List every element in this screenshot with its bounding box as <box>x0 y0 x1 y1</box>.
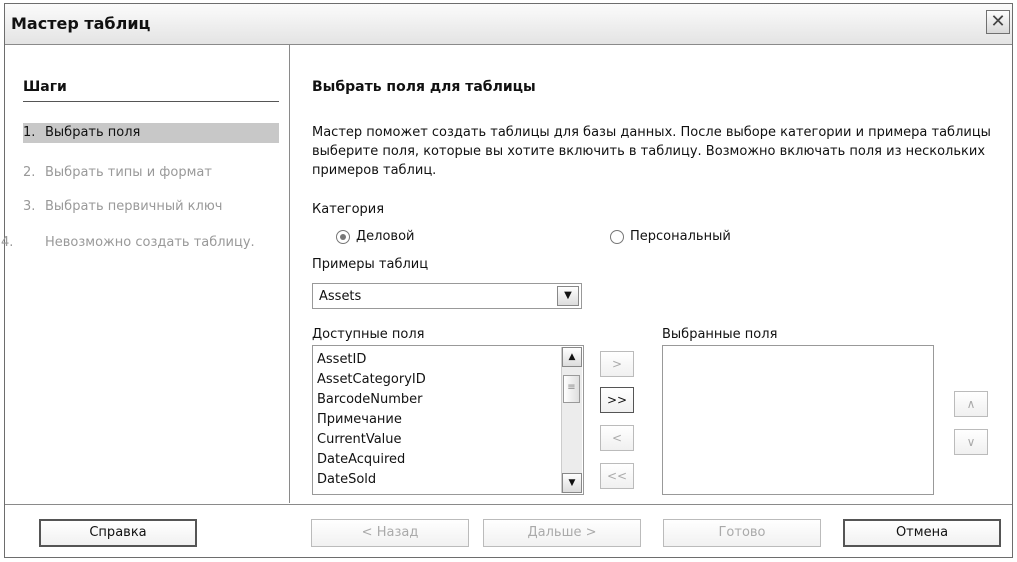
chevron-down-icon[interactable]: ▼ <box>557 286 579 306</box>
category-label: Категория <box>312 202 385 217</box>
step-label: Выбрать типы и формат <box>45 165 212 180</box>
finish-button[interactable]: Готово <box>663 519 821 547</box>
help-button[interactable]: Справка <box>39 519 197 547</box>
sample-tables-label: Примеры таблиц <box>312 257 429 272</box>
list-item[interactable]: DateAcquired <box>317 450 426 470</box>
step-number: 2. <box>23 165 36 180</box>
step-4[interactable]: 4. Невозможно создать таблицу. <box>1 233 255 253</box>
selected-fields-label: Выбранные поля <box>662 327 778 342</box>
page-title: Выбрать поля для таблицы <box>312 79 536 95</box>
description-text: Мастер поможет создать таблицы для базы … <box>312 125 991 178</box>
list-item[interactable]: Примечание <box>317 410 426 430</box>
step-2[interactable]: 2. Выбрать типы и формат <box>23 163 279 183</box>
available-fields-label: Доступные поля <box>312 327 425 342</box>
radio-personal[interactable]: Персональный <box>610 229 731 244</box>
radio-label: Персональный <box>630 229 731 244</box>
sample-tables-value: Assets <box>319 289 362 304</box>
scrollbar-thumb[interactable]: ≡ <box>563 375 580 403</box>
remove-field-button[interactable]: < <box>600 425 634 451</box>
step-number: 3. <box>23 199 36 214</box>
step-label: Выбрать поля <box>45 125 141 140</box>
scroll-up-icon[interactable]: ▲ <box>562 347 582 367</box>
cancel-button[interactable]: Отмена <box>843 519 1001 547</box>
vertical-scrollbar[interactable]: ▲ ≡ ▼ <box>561 347 582 493</box>
list-item[interactable]: AssetCategoryID <box>317 370 426 390</box>
available-fields-list[interactable]: AssetID AssetCategoryID BarcodeNumber Пр… <box>312 345 584 495</box>
move-down-button[interactable]: ∨ <box>954 429 988 455</box>
step-label: Выбрать первичный ключ <box>45 199 223 214</box>
window-title: Мастер таблиц <box>11 14 151 33</box>
radio-label: Деловой <box>356 229 415 244</box>
step-number: 1. <box>23 125 36 140</box>
list-item[interactable]: AssetID <box>317 350 426 370</box>
sample-tables-select[interactable]: Assets ▼ <box>312 283 582 309</box>
list-item[interactable]: DateSold <box>317 470 426 490</box>
selected-fields-list[interactable] <box>662 345 934 495</box>
move-up-button[interactable]: ∧ <box>954 391 988 417</box>
close-icon: ✕ <box>990 11 1006 32</box>
add-field-button[interactable]: > <box>600 351 634 377</box>
radio-checked-icon <box>336 229 350 244</box>
next-button[interactable]: Дальше > <box>483 519 641 547</box>
remove-all-fields-button[interactable]: << <box>600 463 634 489</box>
step-1[interactable]: 1. Выбрать поля <box>23 123 279 143</box>
steps-panel: Шаги 1. Выбрать поля 2. Выбрать типы и фор… <box>1 45 290 503</box>
scroll-down-icon[interactable]: ▼ <box>562 473 582 493</box>
radio-unchecked-icon <box>610 229 624 244</box>
title-bar: Мастер таблиц ✕ <box>5 4 1012 45</box>
step-number: 4. <box>1 235 14 250</box>
table-wizard-dialog: Мастер таблиц ✕ Шаги 1. Выбрать поля 2. Вы… <box>1 3 1013 559</box>
radio-business[interactable]: Деловой <box>336 229 414 244</box>
list-item[interactable]: CurrentValue <box>317 430 426 450</box>
button-bar: Справка < Назад Дальше > Готово Отмена <box>5 504 1012 559</box>
steps-title: Шаги <box>23 79 67 95</box>
steps-divider <box>23 101 279 102</box>
content-panel: Выбрать поля для таблицы Мастер поможет … <box>290 45 1012 503</box>
add-all-fields-button[interactable]: >> <box>600 387 634 413</box>
close-button[interactable]: ✕ <box>986 10 1010 34</box>
list-item[interactable]: BarcodeNumber <box>317 390 426 410</box>
step-label: Невозможно создать таблицу. <box>45 235 255 250</box>
step-3[interactable]: 3. Выбрать первичный ключ <box>23 197 279 217</box>
back-button[interactable]: < Назад <box>311 519 469 547</box>
